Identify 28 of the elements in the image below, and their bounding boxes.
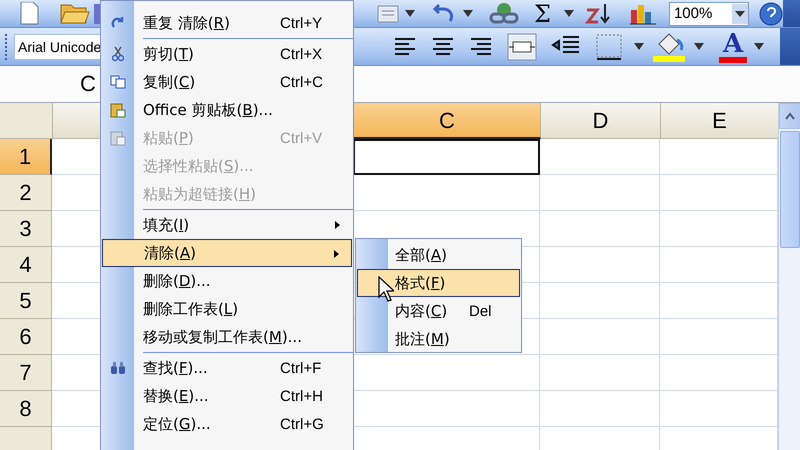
menu-item[interactable]: 内容(C) Del [357, 297, 520, 325]
row-header[interactable]: 7 [0, 355, 52, 391]
menu-item[interactable]: 查找(F)... Ctrl+F [102, 354, 352, 382]
zoom-field[interactable]: 100% [668, 2, 749, 26]
column-header[interactable]: C [354, 103, 541, 139]
row-header[interactable]: 4 [0, 247, 52, 283]
name-box[interactable]: C [80, 71, 96, 97]
menu-item[interactable]: 替换(E)... Ctrl+H [102, 382, 352, 410]
menu-item[interactable]: 定位(G)... Ctrl+G [102, 410, 352, 438]
menu-item[interactable]: 移动或复制工作表(M)... [102, 323, 352, 351]
column-header[interactable]: E [661, 103, 778, 139]
menu-item[interactable]: 复制(C) Ctrl+C [102, 68, 352, 96]
autosum-button[interactable]: Σ [534, 2, 551, 26]
row-header[interactable]: 5 [0, 283, 52, 319]
row-header[interactable]: 1 [0, 139, 52, 175]
menu-item[interactable]: 清除(A) [102, 239, 352, 267]
column-header[interactable]: D [541, 103, 661, 139]
menu-item[interactable]: 格式(F) [357, 269, 520, 297]
menu-item[interactable]: 批注(M) [357, 325, 520, 353]
menu-item[interactable]: Office 剪贴板(B)... [102, 96, 352, 124]
menu-item[interactable]: 删除工作表(L) [102, 295, 352, 323]
row-header[interactable]: 8 [0, 391, 52, 427]
row-header[interactable]: 2 [0, 175, 52, 211]
menu-item[interactable]: 删除(D)... [102, 267, 352, 295]
row-header[interactable]: 6 [0, 319, 52, 355]
menu-item[interactable]: 全部(A) [357, 241, 520, 269]
menu-item[interactable]: 填充(I) [102, 211, 352, 239]
row-header[interactable]: 3 [0, 211, 52, 247]
